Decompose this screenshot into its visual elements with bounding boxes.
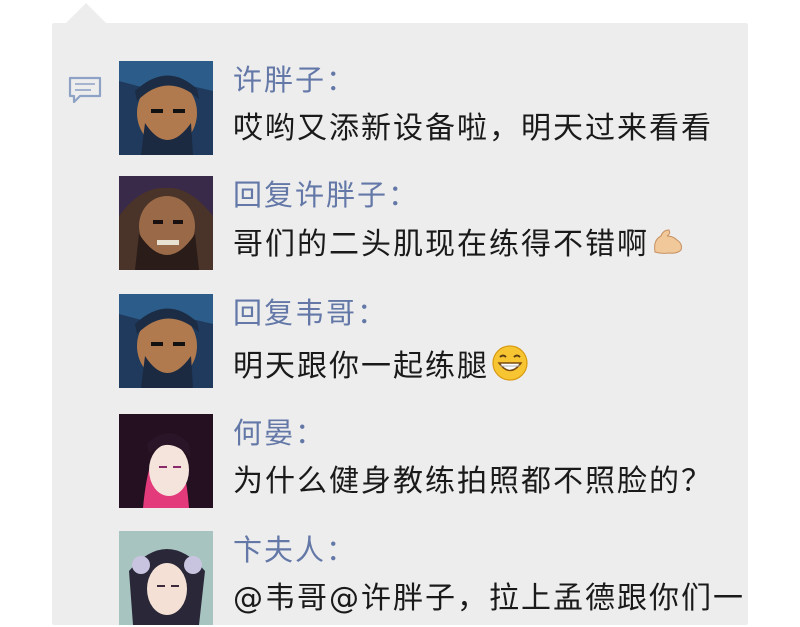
avatar[interactable] <box>119 176 213 270</box>
comment-icon[interactable] <box>68 76 102 104</box>
comment-item: 回复许胖子： 哥们的二头肌现在练得不错啊 <box>119 176 739 272</box>
avatar[interactable] <box>119 61 213 155</box>
commenter-name[interactable]: 卞夫人： <box>233 533 357 567</box>
comment-text: 哥们的二头肌现在练得不错啊 <box>233 226 685 265</box>
commenter-name[interactable]: 何晏： <box>233 416 326 450</box>
comment-item: 回复韦哥： 明天跟你一起练腿 <box>119 294 739 390</box>
avatar[interactable] <box>119 414 213 508</box>
commenter-name[interactable]: 许胖子： <box>233 63 357 97</box>
comment-item: 卞夫人： @韦哥@许胖子，拉上孟德跟你们一 <box>119 531 743 627</box>
avatar[interactable] <box>119 294 213 388</box>
grinning-face-icon <box>491 344 529 391</box>
comment-text: 为什么健身教练拍照都不照脸的？ <box>233 464 713 499</box>
avatar[interactable] <box>119 531 213 625</box>
flexed-biceps-icon <box>651 226 685 265</box>
comment-text: 明天跟你一起练腿 <box>233 344 529 391</box>
panel-notch <box>66 3 106 23</box>
comment-item: 何晏： 为什么健身教练拍照都不照脸的？ <box>119 414 739 510</box>
comment-item: 许胖子： 哎哟又添新设备啦，明天过来看看 <box>119 61 739 157</box>
commenter-name[interactable]: 回复许胖子： <box>233 178 419 212</box>
commenter-name[interactable]: 回复韦哥： <box>233 296 388 330</box>
comment-text: @韦哥@许胖子，拉上孟德跟你们一 <box>233 581 745 616</box>
comment-text: 哎哟又添新设备啦，明天过来看看 <box>233 111 713 146</box>
